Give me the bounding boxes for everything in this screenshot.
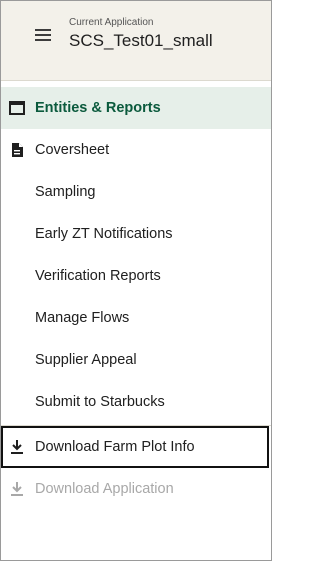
nav-item-submit-to-starbucks[interactable]: Submit to Starbucks <box>1 381 271 423</box>
nav-item-early-zt-notifications[interactable]: Early ZT Notifications <box>1 213 271 255</box>
nav-item-coversheet[interactable]: Coversheet <box>1 129 271 171</box>
nav-item-label: Sampling <box>35 184 96 200</box>
nav-item-download-application[interactable]: Download Application <box>1 468 271 510</box>
nav-item-label: Early ZT Notifications <box>35 226 173 242</box>
nav-item-label: Download Application <box>35 481 174 497</box>
nav-item-label: Verification Reports <box>35 268 161 284</box>
nav-item-label: Entities & Reports <box>35 100 161 116</box>
nav-item-label: Submit to Starbucks <box>35 394 165 410</box>
nav-item-label: Coversheet <box>35 142 110 158</box>
nav-item-sampling[interactable]: Sampling <box>1 171 271 213</box>
window-icon <box>9 101 25 115</box>
nav-item-manage-flows[interactable]: Manage Flows <box>1 297 271 339</box>
nav-item-download-farm-plot-info[interactable]: Download Farm Plot Info <box>1 426 269 468</box>
document-icon <box>12 143 23 157</box>
download-icon <box>11 440 23 454</box>
app-header: Current Application SCS_Test01_small <box>1 1 271 81</box>
navigation-drawer: Current Application SCS_Test01_small Ent… <box>0 0 272 561</box>
nav-item-verification-reports[interactable]: Verification Reports <box>1 255 271 297</box>
nav-item-label: Manage Flows <box>35 310 130 326</box>
current-application-name[interactable]: SCS_Test01_small <box>69 31 213 51</box>
hamburger-menu-icon[interactable] <box>35 27 51 41</box>
download-icon <box>11 482 23 496</box>
current-application-caption: Current Application <box>69 17 154 28</box>
nav-item-supplier-appeal[interactable]: Supplier Appeal <box>1 339 271 381</box>
nav-item-entities-reports[interactable]: Entities & Reports <box>1 87 271 129</box>
nav-item-label: Download Farm Plot Info <box>35 439 195 455</box>
side-nav: Entities & Reports Coversheet Sampling E… <box>1 87 271 510</box>
nav-item-label: Supplier Appeal <box>35 352 137 368</box>
